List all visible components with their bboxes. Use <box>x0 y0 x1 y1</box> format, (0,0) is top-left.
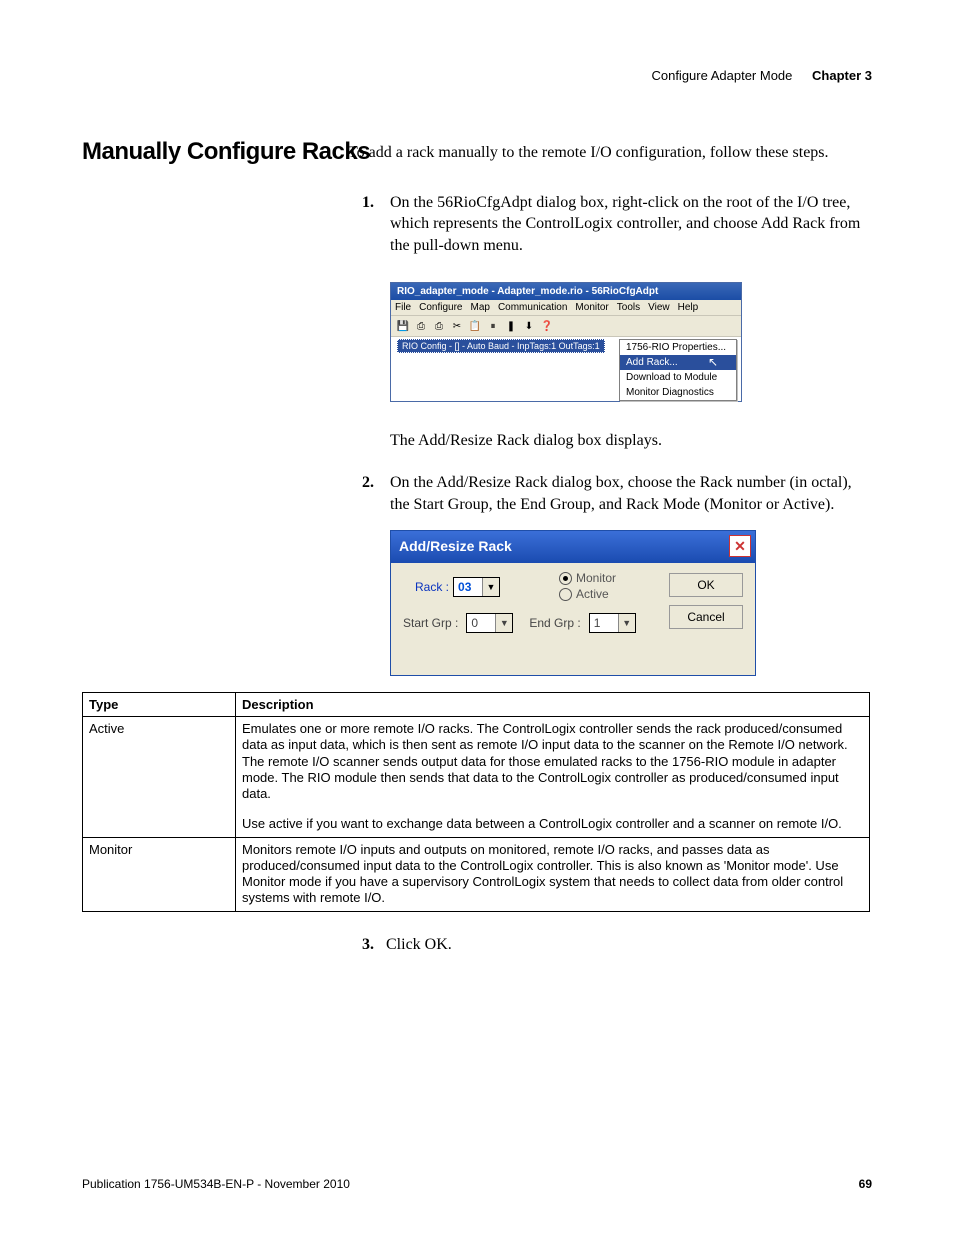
menu-map[interactable]: Map <box>470 302 489 313</box>
td-active-desc: Emulates one or more remote I/O racks. T… <box>236 717 870 838</box>
td-active-type: Active <box>83 717 236 838</box>
menu-communication[interactable]: Communication <box>498 302 567 313</box>
step-3: 3. Click OK. <box>348 936 848 954</box>
menu-file[interactable]: File <box>395 302 411 313</box>
download-icon[interactable]: ⬇ <box>521 318 537 334</box>
radio-dot-selected-icon <box>559 572 572 585</box>
menu-tools[interactable]: Tools <box>617 302 640 313</box>
menu-configure[interactable]: Configure <box>419 302 462 313</box>
tree-root-item[interactable]: RIO Config - [] - Auto Baud - InpTags:1 … <box>397 339 605 353</box>
step-1: 1. On the 56RioCfgAdpt dialog box, right… <box>348 192 870 257</box>
rack-label: Rack : <box>415 580 449 594</box>
chevron-down-icon: ▼ <box>482 578 499 596</box>
ctx-download[interactable]: Download to Module <box>620 370 736 385</box>
cursor-icon: ↖ <box>708 355 718 369</box>
close-button[interactable]: ✕ <box>729 535 751 557</box>
active-desc-para1: Emulates one or more remote I/O racks. T… <box>242 721 863 802</box>
chevron-down-icon: ▼ <box>495 614 512 632</box>
ctx-add-rack[interactable]: Add Rack... ↖ <box>620 355 736 370</box>
th-description: Description <box>236 693 870 717</box>
ctx-properties[interactable]: 1756-RIO Properties... <box>620 340 736 355</box>
rack-dropdown[interactable]: 03 ▼ <box>453 577 500 597</box>
toolbar-icon-2[interactable]: ⎙ <box>413 318 429 334</box>
th-type: Type <box>83 693 236 717</box>
intro-text: To add a rack manually to the remote I/O… <box>348 142 870 164</box>
end-grp-dropdown[interactable]: 1 ▼ <box>589 613 636 633</box>
radio-active[interactable]: Active <box>559 587 616 601</box>
step-3-text: Click OK. <box>386 936 452 953</box>
page-number: 69 <box>859 1177 872 1191</box>
section-heading: Manually Configure Racks <box>82 138 370 166</box>
end-grp-value: 1 <box>590 616 618 630</box>
rack-value: 03 <box>454 580 482 594</box>
toolbar-icon-7[interactable]: ❚ <box>503 318 519 334</box>
cancel-button[interactable]: Cancel <box>669 605 743 629</box>
save-icon[interactable]: 💾 <box>395 318 411 334</box>
step-1-number: 1. <box>362 192 374 214</box>
rio-config-dialog: RIO_adapter_mode - Adapter_mode.rio - 56… <box>390 282 742 402</box>
radio-active-label: Active <box>576 587 609 601</box>
chevron-down-icon: ▼ <box>618 614 635 632</box>
paste-icon[interactable]: 📋 <box>467 318 483 334</box>
step-1-text: On the 56RioCfgAdpt dialog box, right-cl… <box>390 194 860 254</box>
publication-id: Publication 1756-UM534B-EN-P - November … <box>82 1177 350 1191</box>
toolbar-icon-3[interactable]: ⎙ <box>431 318 447 334</box>
td-monitor-desc: Monitors remote I/O inputs and outputs o… <box>236 837 870 911</box>
monitor-desc-para: Monitors remote I/O inputs and outputs o… <box>242 842 863 907</box>
radio-dot-icon <box>559 588 572 601</box>
end-grp-label: End Grp : <box>529 616 580 630</box>
step-3-number: 3. <box>362 936 374 953</box>
chapter-label: Chapter 3 <box>812 68 872 83</box>
dialog1-menubar: File Configure Map Communication Monitor… <box>391 300 741 316</box>
radio-monitor-label: Monitor <box>576 571 616 585</box>
td-monitor-type: Monitor <box>83 837 236 911</box>
breadcrumb: Configure Adapter Mode <box>651 68 792 83</box>
page-header: Configure Adapter Mode Chapter 3 <box>651 68 872 83</box>
menu-help[interactable]: Help <box>678 302 699 313</box>
active-desc-para2: Use active if you want to exchange data … <box>242 816 863 832</box>
context-menu: 1756-RIO Properties... Add Rack... ↖ Dow… <box>619 339 737 401</box>
start-grp-label: Start Grp : <box>403 616 458 630</box>
start-grp-value: 0 <box>467 616 495 630</box>
ctx-add-rack-label: Add Rack... <box>626 357 678 368</box>
start-grp-dropdown[interactable]: 0 ▼ <box>466 613 513 633</box>
menu-view[interactable]: View <box>648 302 670 313</box>
cut-icon[interactable]: ✂ <box>449 318 465 334</box>
help-icon[interactable]: ❓ <box>539 318 555 334</box>
dialog1-toolbar: 💾 ⎙ ⎙ ✂ 📋 ⏸ ❚ ⬇ ❓ <box>391 316 741 337</box>
radio-monitor[interactable]: Monitor <box>559 571 616 585</box>
rack-mode-table: Type Description Active Emulates one or … <box>82 692 870 912</box>
ok-button[interactable]: OK <box>669 573 743 597</box>
dialog1-titlebar: RIO_adapter_mode - Adapter_mode.rio - 56… <box>391 283 741 300</box>
after-dlg1-text: The Add/Resize Rack dialog box displays. <box>390 432 870 450</box>
step-2-number: 2. <box>362 472 374 494</box>
dialog2-title: Add/Resize Rack <box>399 538 512 554</box>
step-2-text: On the Add/Resize Rack dialog box, choos… <box>390 474 852 513</box>
toolbar-icon-6[interactable]: ⏸ <box>485 318 501 334</box>
step-2: 2. On the Add/Resize Rack dialog box, ch… <box>348 472 870 515</box>
menu-monitor[interactable]: Monitor <box>575 302 608 313</box>
add-resize-rack-dialog: Add/Resize Rack ✕ Rack : 03 ▼ Monitor Ac… <box>390 530 756 676</box>
ctx-monitor-diag[interactable]: Monitor Diagnostics <box>620 385 736 400</box>
